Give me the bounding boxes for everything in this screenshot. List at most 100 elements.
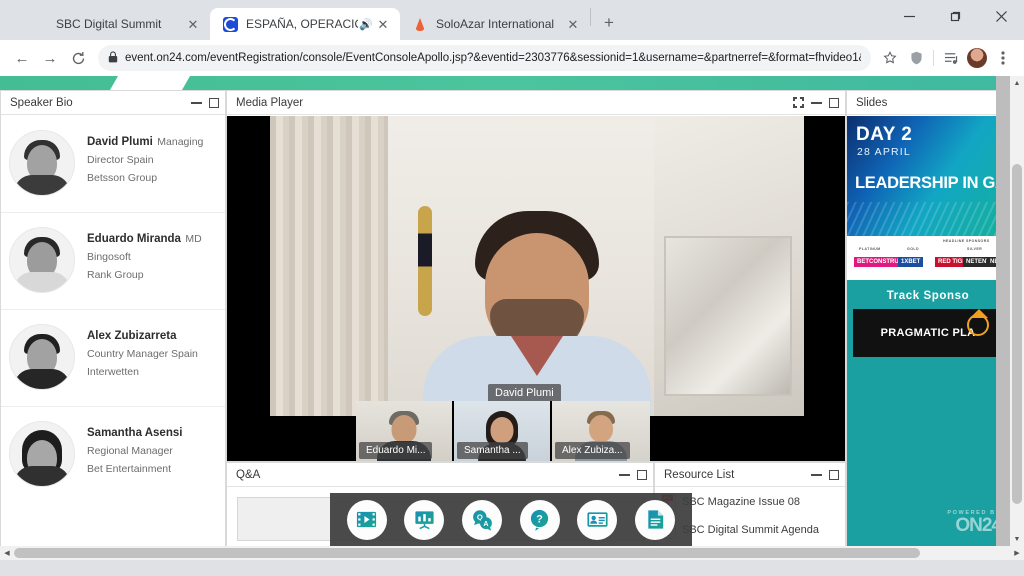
tab-close-icon[interactable]: ✕ [564, 18, 582, 31]
qa-button[interactable]: QA [462, 499, 503, 540]
track-sponsor-banner: PRAGMATIC PLA [853, 309, 1003, 357]
slide-headline: LEADERSHIP IN GAM [855, 174, 1009, 192]
horizontal-scroll-thumb[interactable] [14, 548, 920, 558]
media-player-button[interactable] [346, 499, 387, 540]
vertical-scrollbar[interactable]: ▲ ▼ [1010, 76, 1024, 546]
tab-close-icon[interactable]: ✕ [184, 18, 202, 31]
panel-title: Resource List [664, 468, 735, 481]
forward-button[interactable]: → [36, 44, 64, 72]
resource-label: SBC Digital Summit Agenda [682, 524, 819, 536]
slide-deck[interactable]: DAY 2 28 APRIL LEADERSHIP IN GAM PLATINU… [847, 116, 1009, 357]
slides-button[interactable] [404, 499, 445, 540]
new-tab-button[interactable]: + [595, 9, 623, 37]
tab-favicon [412, 16, 428, 32]
tab-close-icon[interactable]: ✕ [374, 18, 392, 31]
panel-title: Q&A [236, 468, 261, 481]
maximize-icon[interactable] [829, 97, 839, 108]
main-speaker-name-tag: David Plumi [488, 383, 561, 402]
video-bg-curtain [270, 116, 388, 416]
media-list-icon[interactable] [938, 45, 964, 71]
scroll-down-arrow[interactable]: ▼ [1010, 532, 1024, 546]
shield-icon[interactable] [903, 45, 929, 71]
track-sponsor-label: Track Sponso [886, 290, 970, 302]
speaker-name: Alex Zubizarreta [87, 330, 177, 342]
speaker-name: David Plumi [87, 136, 153, 148]
speaker-bio-header: Speaker Bio [1, 91, 225, 115]
main-video-feed[interactable]: David Plumi [270, 116, 804, 416]
speaker-bio-button[interactable] [577, 499, 618, 540]
maximize-icon[interactable] [829, 469, 839, 480]
scroll-left-arrow[interactable]: ◀ [0, 546, 14, 560]
maximize-icon[interactable] [209, 97, 219, 108]
toolbar-divider [933, 50, 934, 66]
minimize-icon[interactable] [811, 97, 822, 108]
window-maximize-button[interactable] [932, 0, 978, 32]
participant-thumbnail[interactable]: Alex Zubiza... [552, 401, 650, 461]
minimize-icon[interactable] [811, 469, 822, 480]
video-stage[interactable]: David Plumi Eduardo Mi... Samantha ... A… [227, 116, 845, 461]
window-controls [886, 0, 1024, 40]
list-item[interactable]: Alex Zubizarreta Country Manager Spain I… [1, 310, 225, 407]
tab-divider [590, 7, 591, 26]
avatar [9, 421, 75, 487]
speaker-company: Rank Group [87, 269, 144, 281]
window-close-button[interactable] [978, 0, 1024, 32]
help-button[interactable]: ? [519, 499, 560, 540]
tab-title: SBC Digital Summit [56, 17, 162, 31]
panel-title: Speaker Bio [10, 96, 73, 109]
sponsor-caption-silver: SILVER [967, 247, 983, 251]
console-floating-toolbar: QA ? [330, 493, 692, 546]
scroll-right-arrow[interactable]: ▶ [1010, 546, 1024, 560]
tab-title: ESPAÑA, OPERACIÓN PUEST [246, 17, 358, 31]
participant-thumbnail[interactable]: Samantha ... [454, 401, 552, 461]
browser-tab-1[interactable]: SBC Digital Summit ✕ [20, 8, 210, 40]
slide-decoration [847, 202, 1009, 236]
horizontal-scrollbar[interactable]: ◀ ▶ [0, 546, 1024, 560]
watermark-brand: ON24 [955, 515, 1002, 536]
fullscreen-icon[interactable] [793, 97, 804, 108]
video-bg-mirror [664, 236, 792, 396]
chrome-menu-icon[interactable] [990, 45, 1016, 71]
window-minimize-button[interactable] [886, 0, 932, 32]
reload-button[interactable] [64, 44, 92, 72]
crown-icon [967, 309, 989, 336]
panel-title: Media Player [236, 96, 304, 109]
browser-toolbar: ← → event.on24.com/eventRegistration/con… [0, 40, 1024, 76]
window-bottom-edge [0, 560, 1024, 576]
participant-thumbnails: Eduardo Mi... Samantha ... Alex Zubiza..… [356, 401, 650, 461]
list-item[interactable]: Eduardo Miranda MD Bingosoft Rank Group [1, 213, 225, 310]
vertical-scroll-thumb[interactable] [1012, 164, 1022, 504]
browser-tab-2[interactable]: ESPAÑA, OPERACIÓN PUEST 🔊 ✕ [210, 8, 400, 40]
bookmark-star-icon[interactable] [877, 45, 903, 71]
slides-body[interactable]: DAY 2 28 APRIL LEADERSHIP IN GAM PLATINU… [847, 116, 1009, 549]
list-item[interactable]: David Plumi Managing Director Spain Bets… [1, 116, 225, 213]
page-right-gutter [996, 76, 1010, 546]
list-item[interactable]: Samantha Asensi Regional Manager Bet Ent… [1, 407, 225, 503]
minimize-icon[interactable] [619, 469, 630, 480]
brand-green-band [0, 76, 1010, 90]
address-bar[interactable]: event.on24.com/eventRegistration/console… [98, 45, 872, 71]
participant-name-tag: Eduardo Mi... [359, 442, 433, 459]
slide-day: DAY 2 [856, 124, 913, 145]
minimize-icon[interactable] [191, 97, 202, 108]
participant-thumbnail[interactable]: Eduardo Mi... [356, 401, 454, 461]
tab-strip: SBC Digital Summit ✕ ESPAÑA, OPERACIÓN P… [0, 0, 1024, 40]
maximize-icon[interactable] [637, 469, 647, 480]
brand-logo-notch [110, 76, 190, 90]
sponsor-caption-headline: HEADLINE SPONSORS [943, 239, 990, 243]
back-button[interactable]: ← [8, 44, 36, 72]
tab-audio-icon[interactable]: 🔊 [358, 18, 374, 31]
browser-tab-3[interactable]: SoloAzar International ✕ [400, 8, 590, 40]
media-player-panel: Media Player David Plumi Eduardo Mi... S… [226, 90, 846, 462]
speaker-company: Betsson Group [87, 172, 158, 184]
speaker-bio-list[interactable]: David Plumi Managing Director Spain Bets… [1, 116, 225, 549]
media-player-header: Media Player [227, 91, 845, 115]
sponsor-caption-platinum: PLATINUM [859, 247, 881, 251]
profile-avatar[interactable] [964, 45, 990, 71]
resource-list-button[interactable] [635, 499, 676, 540]
slide-date: 28 APRIL [857, 146, 911, 158]
speaker-name: Eduardo Miranda [87, 233, 181, 245]
svg-text:?: ? [536, 514, 543, 526]
slides-panel: Slides DAY 2 28 APRIL LEADERSHIP IN GAM … [846, 90, 1010, 550]
scroll-up-arrow[interactable]: ▲ [1010, 76, 1024, 90]
